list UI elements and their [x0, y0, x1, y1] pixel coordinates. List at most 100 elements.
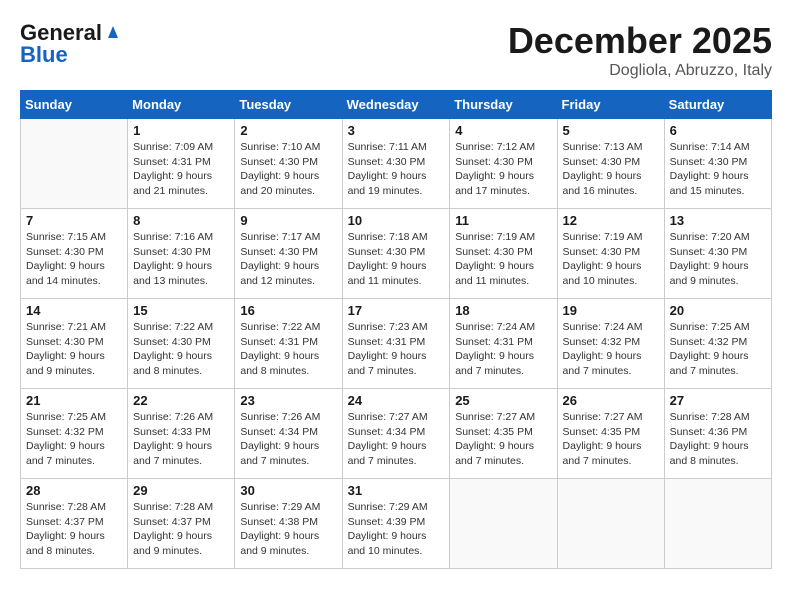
- calendar-week-4: 21Sunrise: 7:25 AMSunset: 4:32 PMDayligh…: [21, 389, 772, 479]
- day-number: 28: [26, 483, 122, 498]
- calendar-cell: [450, 479, 557, 569]
- calendar-cell: 5Sunrise: 7:13 AMSunset: 4:30 PMDaylight…: [557, 119, 664, 209]
- month-title: December 2025: [508, 20, 772, 62]
- calendar-cell: 14Sunrise: 7:21 AMSunset: 4:30 PMDayligh…: [21, 299, 128, 389]
- day-info: Sunrise: 7:15 AMSunset: 4:30 PMDaylight:…: [26, 230, 122, 289]
- calendar-cell: [664, 479, 771, 569]
- location-title: Dogliola, Abruzzo, Italy: [508, 62, 772, 80]
- day-info: Sunrise: 7:27 AMSunset: 4:35 PMDaylight:…: [563, 410, 659, 469]
- day-info: Sunrise: 7:16 AMSunset: 4:30 PMDaylight:…: [133, 230, 229, 289]
- day-number: 19: [563, 303, 659, 318]
- day-info: Sunrise: 7:27 AMSunset: 4:35 PMDaylight:…: [455, 410, 551, 469]
- day-info: Sunrise: 7:25 AMSunset: 4:32 PMDaylight:…: [26, 410, 122, 469]
- day-number: 25: [455, 393, 551, 408]
- day-number: 31: [348, 483, 445, 498]
- calendar-cell: 1 Sunrise: 7:09 AMSunset: 4:31 PMDaylight…: [128, 119, 235, 209]
- day-info: Sunrise: 7:22 AMSunset: 4:31 PMDaylight:…: [240, 320, 336, 379]
- day-info: Sunrise: 7:29 AMSunset: 4:39 PMDaylight:…: [348, 500, 445, 559]
- calendar-cell: 31 Sunrise: 7:29 AMSunset: 4:39 PMDayligh…: [342, 479, 450, 569]
- day-info: Sunrise: 7:18 AMSunset: 4:30 PMDaylight:…: [348, 230, 445, 289]
- day-info: Sunrise: 7:20 AMSunset: 4:30 PMDaylight:…: [670, 230, 766, 289]
- calendar-cell: 9 Sunrise: 7:17 AMSunset: 4:30 PMDaylight…: [235, 209, 342, 299]
- calendar-cell: 30 Sunrise: 7:29 AMSunset: 4:38 PMDayligh…: [235, 479, 342, 569]
- day-info: Sunrise: 7:10 AMSunset: 4:30 PMDaylight:…: [240, 140, 336, 199]
- day-number: 17: [348, 303, 445, 318]
- calendar-cell: 17Sunrise: 7:23 AMSunset: 4:31 PMDayligh…: [342, 299, 450, 389]
- calendar-cell: 3Sunrise: 7:11 AMSunset: 4:30 PMDaylight…: [342, 119, 450, 209]
- day-number: 2: [240, 123, 336, 138]
- calendar-header-monday: Monday: [128, 91, 235, 119]
- calendar-cell: 10 Sunrise: 7:18 AMSunset: 4:30 PMDayligh…: [342, 209, 450, 299]
- day-info: Sunrise: 7:25 AMSunset: 4:32 PMDaylight:…: [670, 320, 766, 379]
- calendar-cell: 2 Sunrise: 7:10 AMSunset: 4:30 PMDaylight…: [235, 119, 342, 209]
- calendar-cell: 4 Sunrise: 7:12 AMSunset: 4:30 PMDaylight…: [450, 119, 557, 209]
- calendar-header-sunday: Sunday: [21, 91, 128, 119]
- day-info: Sunrise: 7:12 AMSunset: 4:30 PMDaylight:…: [455, 140, 551, 199]
- logo: General Blue: [20, 20, 122, 68]
- day-number: 7: [26, 213, 122, 228]
- day-number: 13: [670, 213, 766, 228]
- day-number: 10: [348, 213, 445, 228]
- calendar-header-wednesday: Wednesday: [342, 91, 450, 119]
- calendar-cell: 21Sunrise: 7:25 AMSunset: 4:32 PMDayligh…: [21, 389, 128, 479]
- calendar-cell: 11 Sunrise: 7:19 AMSunset: 4:30 PMDayligh…: [450, 209, 557, 299]
- calendar-cell: 23 Sunrise: 7:26 AMSunset: 4:34 PMDayligh…: [235, 389, 342, 479]
- day-info: Sunrise: 7:09 AMSunset: 4:31 PMDaylight:…: [133, 140, 229, 199]
- day-info: Sunrise: 7:22 AMSunset: 4:30 PMDaylight:…: [133, 320, 229, 379]
- day-number: 16: [240, 303, 336, 318]
- day-number: 11: [455, 213, 551, 228]
- page-header: General Blue December 2025 Dogliola, Abr…: [20, 20, 772, 80]
- day-number: 23: [240, 393, 336, 408]
- day-number: 4: [455, 123, 551, 138]
- calendar-cell: 6 Sunrise: 7:14 AMSunset: 4:30 PMDaylight…: [664, 119, 771, 209]
- day-number: 26: [563, 393, 659, 408]
- calendar-cell: 18 Sunrise: 7:24 AMSunset: 4:31 PMDayligh…: [450, 299, 557, 389]
- calendar-cell: 20 Sunrise: 7:25 AMSunset: 4:32 PMDayligh…: [664, 299, 771, 389]
- day-info: Sunrise: 7:21 AMSunset: 4:30 PMDaylight:…: [26, 320, 122, 379]
- calendar-cell: 26 Sunrise: 7:27 AMSunset: 4:35 PMDayligh…: [557, 389, 664, 479]
- calendar-cell: 29 Sunrise: 7:28 AMSunset: 4:37 PMDayligh…: [128, 479, 235, 569]
- day-info: Sunrise: 7:28 AMSunset: 4:37 PMDaylight:…: [133, 500, 229, 559]
- day-info: Sunrise: 7:26 AMSunset: 4:34 PMDaylight:…: [240, 410, 336, 469]
- day-number: 5: [563, 123, 659, 138]
- day-number: 8: [133, 213, 229, 228]
- day-info: Sunrise: 7:29 AMSunset: 4:38 PMDaylight:…: [240, 500, 336, 559]
- calendar-header-row: SundayMondayTuesdayWednesdayThursdayFrid…: [21, 91, 772, 119]
- day-number: 24: [348, 393, 445, 408]
- calendar-cell: 15 Sunrise: 7:22 AMSunset: 4:30 PMDayligh…: [128, 299, 235, 389]
- day-number: 29: [133, 483, 229, 498]
- calendar-header-friday: Friday: [557, 91, 664, 119]
- calendar-cell: 22 Sunrise: 7:26 AMSunset: 4:33 PMDayligh…: [128, 389, 235, 479]
- calendar-cell: 16 Sunrise: 7:22 AMSunset: 4:31 PMDayligh…: [235, 299, 342, 389]
- day-number: 1: [133, 123, 229, 138]
- day-info: Sunrise: 7:19 AMSunset: 4:30 PMDaylight:…: [455, 230, 551, 289]
- day-number: 27: [670, 393, 766, 408]
- calendar-week-1: 1 Sunrise: 7:09 AMSunset: 4:31 PMDaylight…: [21, 119, 772, 209]
- calendar-cell: 8 Sunrise: 7:16 AMSunset: 4:30 PMDaylight…: [128, 209, 235, 299]
- calendar-cell: 25 Sunrise: 7:27 AMSunset: 4:35 PMDayligh…: [450, 389, 557, 479]
- day-number: 6: [670, 123, 766, 138]
- day-number: 20: [670, 303, 766, 318]
- calendar-header-saturday: Saturday: [664, 91, 771, 119]
- title-block: December 2025 Dogliola, Abruzzo, Italy: [508, 20, 772, 80]
- calendar-header-thursday: Thursday: [450, 91, 557, 119]
- day-number: 18: [455, 303, 551, 318]
- calendar-cell: [557, 479, 664, 569]
- calendar-week-2: 7 Sunrise: 7:15 AMSunset: 4:30 PMDaylight…: [21, 209, 772, 299]
- day-info: Sunrise: 7:27 AMSunset: 4:34 PMDaylight:…: [348, 410, 445, 469]
- calendar-header-tuesday: Tuesday: [235, 91, 342, 119]
- day-info: Sunrise: 7:26 AMSunset: 4:33 PMDaylight:…: [133, 410, 229, 469]
- day-info: Sunrise: 7:11 AMSunset: 4:30 PMDaylight:…: [348, 140, 445, 199]
- calendar-cell: 7 Sunrise: 7:15 AMSunset: 4:30 PMDaylight…: [21, 209, 128, 299]
- calendar-cell: 24 Sunrise: 7:27 AMSunset: 4:34 PMDayligh…: [342, 389, 450, 479]
- day-info: Sunrise: 7:17 AMSunset: 4:30 PMDaylight:…: [240, 230, 336, 289]
- day-info: Sunrise: 7:24 AMSunset: 4:31 PMDaylight:…: [455, 320, 551, 379]
- calendar-cell: 27Sunrise: 7:28 AMSunset: 4:36 PMDayligh…: [664, 389, 771, 479]
- calendar-table: SundayMondayTuesdayWednesdayThursdayFrid…: [20, 90, 772, 569]
- day-number: 30: [240, 483, 336, 498]
- logo-text-blue: Blue: [20, 42, 68, 68]
- day-number: 22: [133, 393, 229, 408]
- day-number: 9: [240, 213, 336, 228]
- day-info: Sunrise: 7:14 AMSunset: 4:30 PMDaylight:…: [670, 140, 766, 199]
- day-number: 15: [133, 303, 229, 318]
